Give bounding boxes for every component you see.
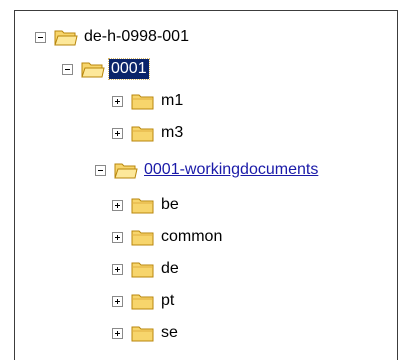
tree-node-label[interactable]: be	[159, 195, 181, 215]
tree-node-se[interactable]: se	[112, 321, 180, 345]
folder-icon	[131, 262, 154, 278]
folder-open-icon	[54, 30, 78, 46]
collapse-icon[interactable]	[35, 31, 46, 43]
tree-node-label-link[interactable]: 0001-workingdocuments	[142, 160, 320, 180]
tree-node-pt[interactable]: pt	[112, 289, 176, 313]
tree-node-label[interactable]: de-h-0998-001	[82, 27, 191, 47]
tree-node-label[interactable]: m3	[159, 123, 185, 143]
folder-icon	[131, 198, 154, 214]
collapse-icon[interactable]	[95, 164, 106, 176]
folder-icon	[131, 326, 154, 342]
tree-node-label[interactable]: m1	[159, 91, 185, 111]
folder-icon	[131, 126, 154, 142]
tree-node-label-selected[interactable]: 0001	[108, 58, 150, 80]
expand-icon[interactable]	[112, 295, 123, 307]
tree-node-de[interactable]: de	[112, 257, 181, 281]
folder-tree-panel: de-h-0998-001 0001 m1 m3 0001-workingdoc…	[14, 10, 398, 360]
expand-icon[interactable]	[112, 327, 123, 339]
tree-node-label[interactable]: pt	[159, 291, 176, 311]
tree-node-label[interactable]: de	[159, 259, 181, 279]
expand-icon[interactable]	[112, 231, 123, 243]
tree-node-be[interactable]: be	[112, 193, 181, 217]
folder-icon	[131, 230, 154, 246]
folder-icon	[131, 94, 154, 110]
tree-node-label[interactable]: se	[159, 323, 180, 343]
folder-open-icon	[81, 62, 105, 78]
folder-icon	[131, 294, 154, 310]
tree-node-m3[interactable]: m3	[112, 121, 185, 145]
expand-icon[interactable]	[112, 199, 123, 211]
expand-icon[interactable]	[112, 95, 123, 107]
expand-icon[interactable]	[112, 127, 123, 139]
tree-node-label[interactable]: common	[159, 227, 224, 247]
expand-icon[interactable]	[112, 263, 123, 275]
folder-open-icon	[114, 163, 138, 179]
tree-node-m1[interactable]: m1	[112, 89, 185, 113]
tree-node-common[interactable]: common	[112, 225, 224, 249]
tree-node-0001-workingdocuments[interactable]: 0001-workingdocuments	[95, 158, 320, 182]
tree-node-0001[interactable]: 0001	[62, 57, 150, 81]
tree-node-de-h-0998-001[interactable]: de-h-0998-001	[35, 25, 191, 49]
collapse-icon[interactable]	[62, 63, 73, 75]
